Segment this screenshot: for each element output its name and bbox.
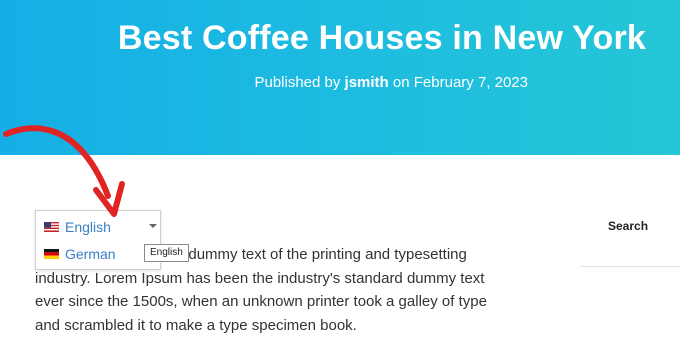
language-option-german[interactable]: German bbox=[36, 240, 160, 268]
language-label-english: English bbox=[65, 219, 111, 235]
post-header-banner: Best Coffee Houses in New York Published… bbox=[0, 0, 680, 155]
sidebar-divider bbox=[580, 266, 680, 267]
author-link[interactable]: jsmith bbox=[345, 74, 389, 91]
language-label-german: German bbox=[65, 246, 116, 262]
language-switcher-dropdown[interactable]: English German bbox=[35, 210, 161, 270]
post-title: Best Coffee Houses in New York bbox=[117, 19, 646, 57]
byline-prefix: Published by bbox=[254, 74, 345, 91]
us-flag-icon bbox=[44, 222, 59, 232]
de-flag-icon bbox=[44, 249, 59, 259]
search-widget-title: Search bbox=[608, 219, 649, 233]
language-option-english[interactable]: English bbox=[36, 213, 160, 241]
post-byline: Published by jsmith on February 7, 2023 bbox=[254, 74, 528, 91]
byline-date: on February 7, 2023 bbox=[388, 74, 528, 91]
language-tooltip: English bbox=[144, 244, 189, 262]
chevron-down-icon[interactable] bbox=[149, 223, 157, 229]
